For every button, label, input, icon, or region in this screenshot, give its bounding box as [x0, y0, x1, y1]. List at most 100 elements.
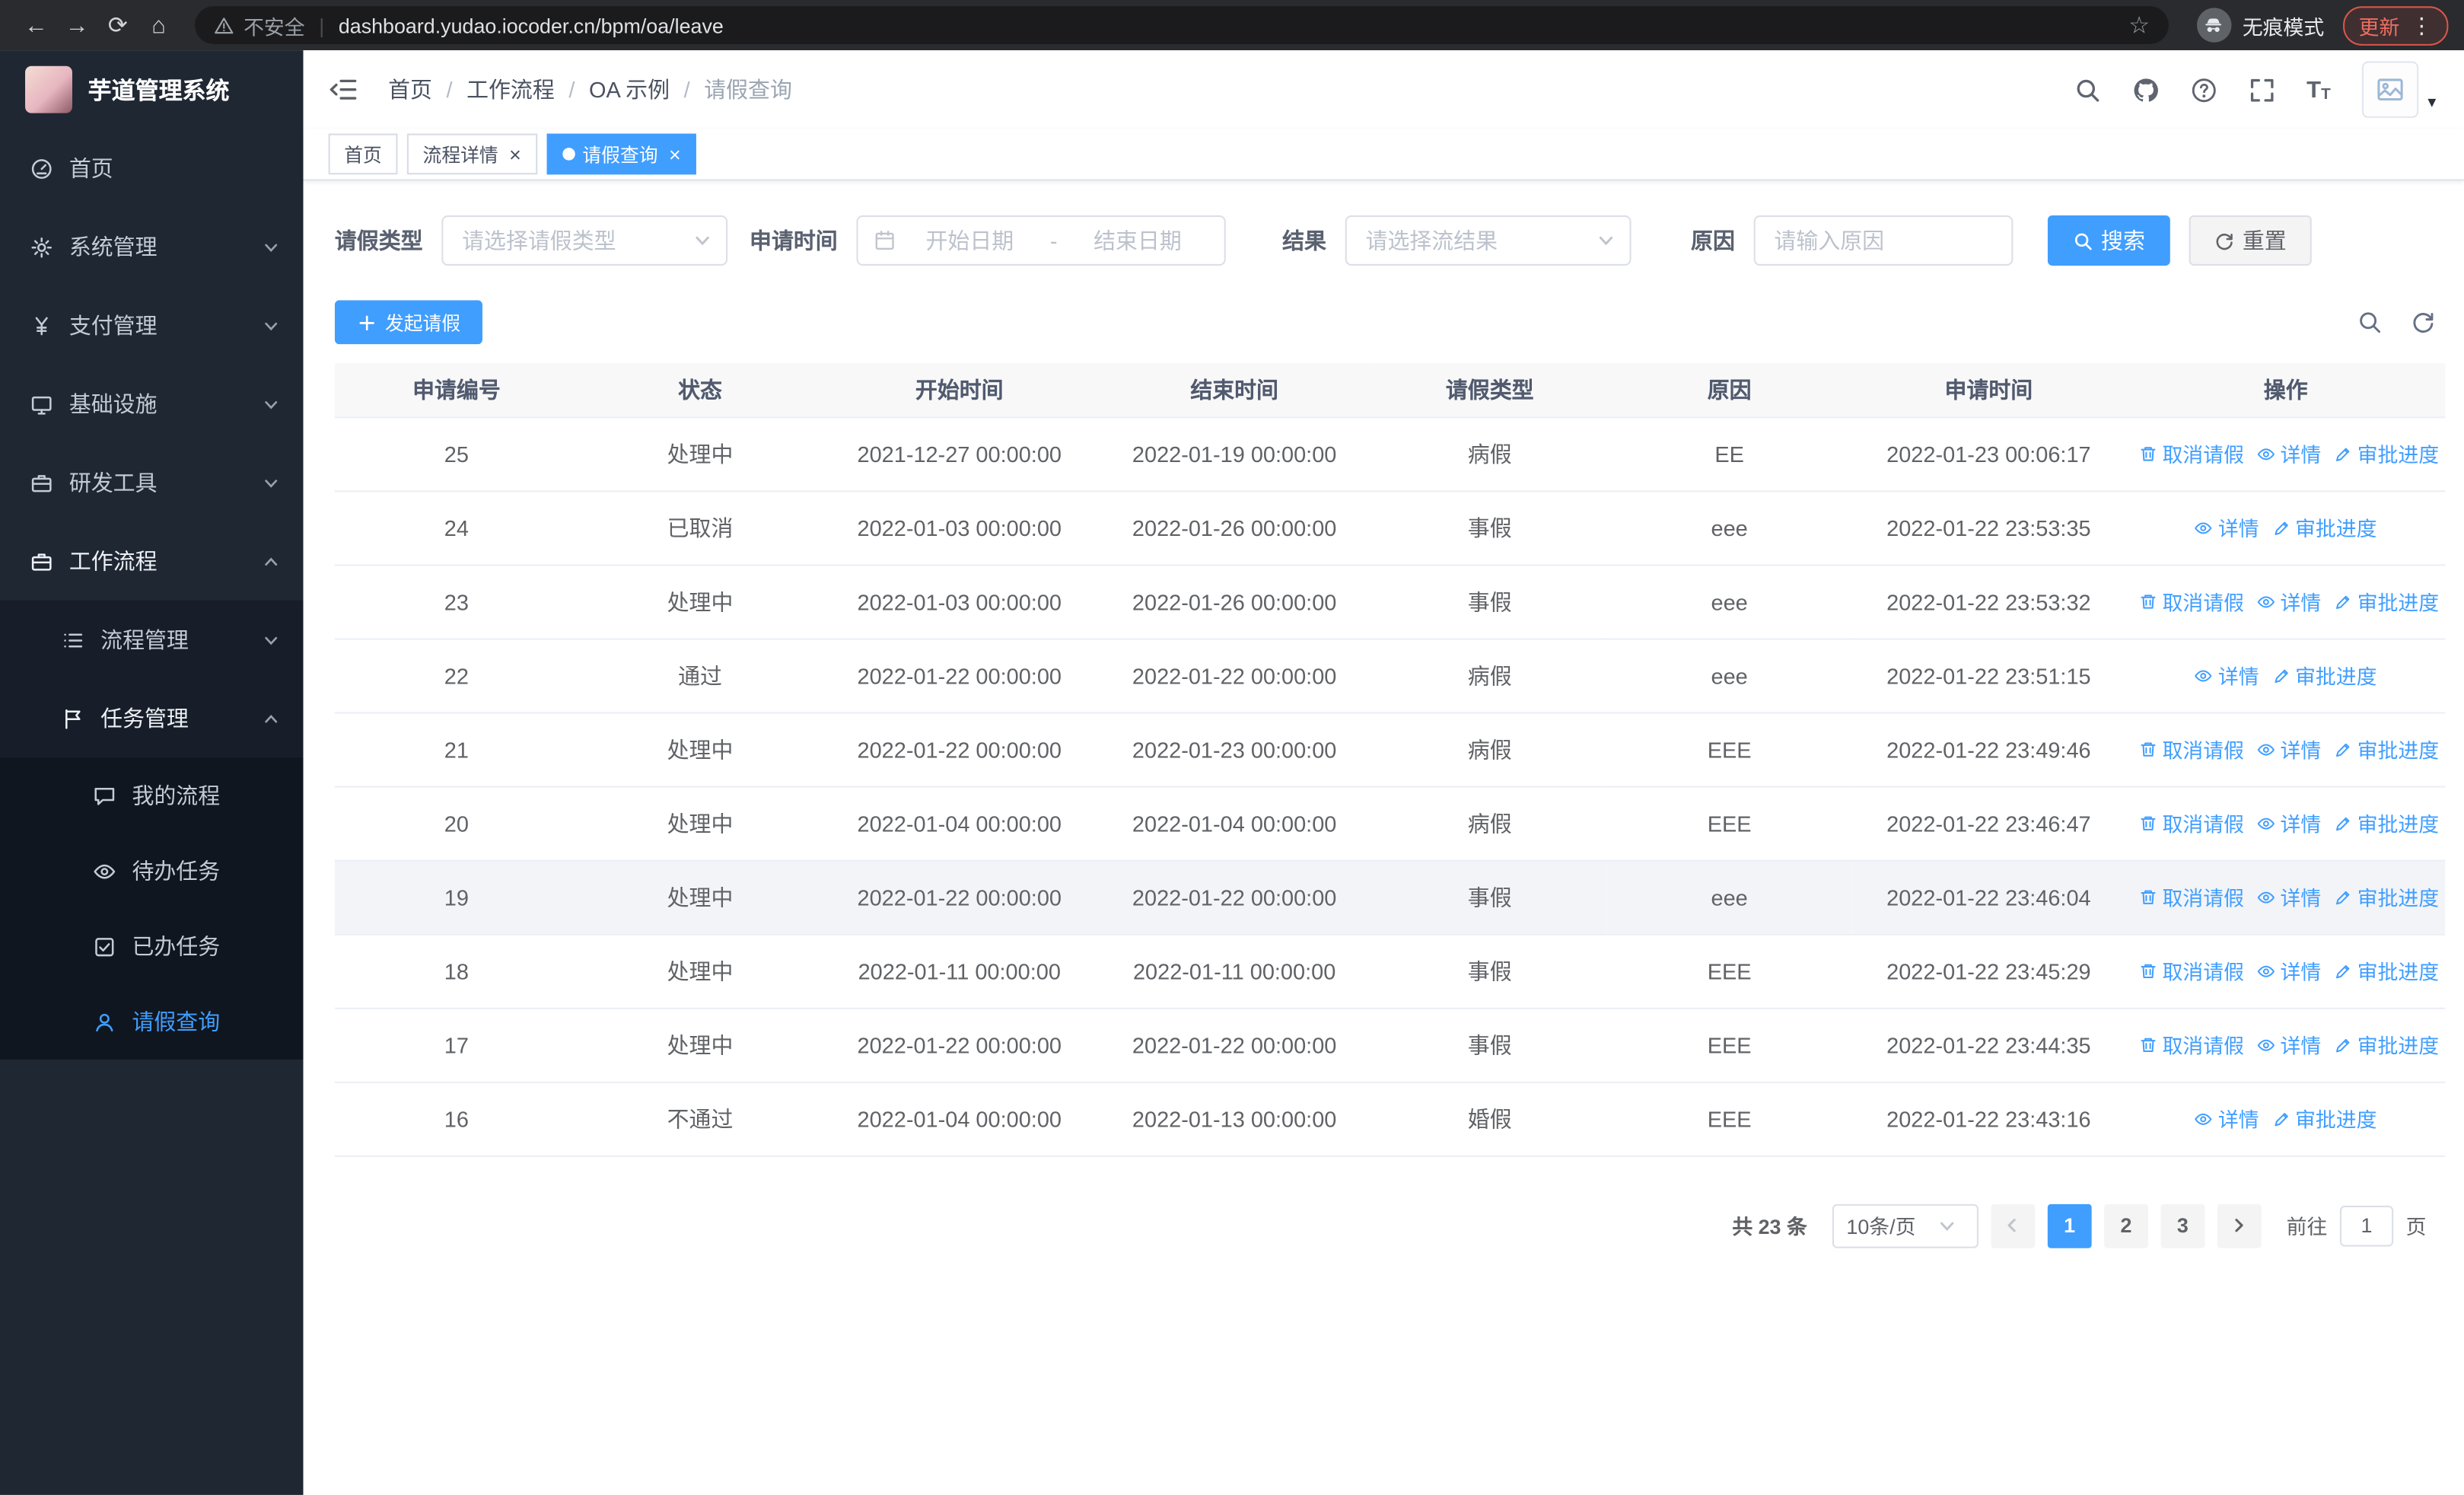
action-progress[interactable]: 审批进度	[2334, 586, 2439, 616]
action-label: 取消请假	[2162, 738, 2244, 763]
start-date-placeholder[interactable]: 开始日期	[899, 225, 1040, 256]
reason-input[interactable]	[1755, 228, 2012, 253]
action-detail[interactable]: 详情	[2257, 882, 2321, 912]
sidebar-item[interactable]: 流程管理	[0, 600, 304, 680]
prev-page-button[interactable]	[1991, 1203, 2036, 1248]
sidebar-item[interactable]: 基础设施	[0, 365, 304, 443]
fullscreen-icon[interactable]	[2249, 76, 2275, 103]
leave-type-select[interactable]	[441, 215, 728, 266]
close-icon[interactable]: ×	[669, 144, 681, 164]
action-detail[interactable]: 详情	[2257, 808, 2321, 837]
user-menu[interactable]: ▼	[2362, 61, 2439, 118]
breadcrumb-item[interactable]: 工作流程	[466, 74, 555, 105]
reason-field[interactable]	[1753, 215, 2014, 266]
tab[interactable]: 首页	[328, 133, 398, 175]
toggle-search-icon[interactable]	[2357, 310, 2383, 335]
sidebar-item[interactable]: 任务管理	[0, 679, 304, 758]
action-detail[interactable]: 详情	[2257, 1030, 2321, 1060]
help-icon[interactable]	[2190, 76, 2217, 103]
action-cancel[interactable]: 取消请假	[2139, 956, 2244, 986]
refresh-icon[interactable]	[2411, 310, 2436, 335]
search-icon[interactable]	[2074, 76, 2101, 103]
action-detail[interactable]: 详情	[2195, 1104, 2259, 1133]
tabbar: 首页 流程详情 × 请假查询 ×	[303, 129, 2464, 181]
page-size-select[interactable]: 10条/页	[1832, 1203, 1979, 1248]
home-button[interactable]: ⌂	[138, 5, 180, 46]
action-progress[interactable]: 审批进度	[2271, 512, 2376, 542]
end-date-placeholder[interactable]: 结束日期	[1067, 225, 1208, 256]
action-progress[interactable]: 审批进度	[2334, 1030, 2439, 1060]
page-button[interactable]: 1	[2047, 1203, 2092, 1248]
cell-status: 处理中	[578, 933, 823, 1009]
result-select[interactable]	[1345, 215, 1632, 266]
action-progress[interactable]: 审批进度	[2334, 808, 2439, 837]
bookmark-star-icon[interactable]: ☆	[2128, 11, 2150, 40]
page-button[interactable]: 3	[2160, 1203, 2205, 1248]
sidebar-item[interactable]: 首页	[0, 129, 304, 207]
action-cancel[interactable]: 取消请假	[2139, 1030, 2244, 1060]
url-text[interactable]: dashboard.yudao.iocoder.cn/bpm/oa/leave	[339, 14, 2119, 37]
app-logo[interactable]: 芋道管理系统	[0, 50, 304, 129]
breadcrumb-item[interactable]: 首页	[388, 74, 432, 105]
action-label: 详情	[2280, 443, 2322, 467]
menu-fold-icon[interactable]	[329, 74, 360, 105]
sidebar-item[interactable]: 我的流程	[0, 757, 304, 834]
action-detail[interactable]: 详情	[2257, 586, 2321, 616]
action-detail[interactable]: 详情	[2257, 734, 2321, 763]
create-leave-button[interactable]: 发起请假	[334, 300, 483, 345]
action-detail[interactable]: 详情	[2257, 438, 2322, 468]
github-icon[interactable]	[2132, 76, 2159, 103]
action-cancel[interactable]: 取消请假	[2139, 808, 2244, 837]
result-label: 结果	[1282, 228, 1326, 253]
action-progress[interactable]: 审批进度	[2334, 438, 2439, 468]
action-cancel[interactable]: 取消请假	[2139, 438, 2244, 468]
tab[interactable]: 流程详情 ×	[406, 133, 537, 175]
action-detail[interactable]: 详情	[2257, 956, 2321, 986]
action-progress[interactable]: 审批进度	[2334, 882, 2439, 912]
action-label: 取消请假	[2162, 1034, 2244, 1058]
action-cancel[interactable]: 取消请假	[2139, 734, 2244, 763]
reload-button[interactable]: ⟳	[97, 5, 138, 46]
address-bar[interactable]: 不安全 | dashboard.yudao.iocoder.cn/bpm/oa/…	[195, 6, 2169, 44]
action-detail[interactable]: 详情	[2195, 512, 2259, 542]
apply-time-range[interactable]: 开始日期 - 结束日期	[856, 215, 1226, 266]
sidebar-item[interactable]: 研发工具	[0, 443, 304, 521]
sidebar-item[interactable]: 待办任务	[0, 833, 304, 909]
action-progress[interactable]: 审批进度	[2334, 734, 2439, 763]
back-button[interactable]: ←	[16, 5, 57, 46]
result-input[interactable]	[1346, 228, 1590, 253]
sidebar-item[interactable]: 系统管理	[0, 208, 304, 286]
action-detail[interactable]: 详情	[2195, 660, 2259, 690]
search-button[interactable]: 搜索	[2047, 215, 2170, 266]
sidebar-item[interactable]: 已办任务	[0, 908, 304, 984]
progress-icon	[2334, 592, 2353, 611]
font-size-icon[interactable]: TT	[2306, 76, 2331, 103]
update-button[interactable]: 更新 ⋮	[2343, 5, 2449, 45]
avatar[interactable]	[2362, 61, 2419, 118]
browser-menu-icon[interactable]: ⋮	[2411, 14, 2433, 37]
forward-button[interactable]: →	[56, 5, 97, 46]
gear-icon	[28, 234, 53, 260]
tab[interactable]: 请假查询 ×	[546, 133, 697, 175]
sidebar-item[interactable]: 支付管理	[0, 286, 304, 365]
sidebar-item[interactable]: 工作流程	[0, 522, 304, 601]
pagination: 共 23 条 10条/页 123 前往 页	[335, 1203, 2427, 1248]
action-cancel[interactable]: 取消请假	[2139, 586, 2244, 616]
action-progress[interactable]: 审批进度	[2334, 956, 2439, 986]
breadcrumb-item[interactable]: OA 示例	[589, 74, 670, 105]
action-progress[interactable]: 审批进度	[2271, 1104, 2376, 1133]
action-progress[interactable]: 审批进度	[2271, 660, 2376, 690]
cell-applied: 2022-01-23 00:06:17	[1851, 416, 2127, 492]
cell-applied: 2022-01-22 23:53:35	[1851, 490, 2127, 566]
next-page-button[interactable]	[2217, 1203, 2262, 1248]
reset-button[interactable]: 重置	[2189, 215, 2312, 266]
leave-type-input[interactable]	[443, 228, 687, 253]
close-icon[interactable]: ×	[509, 144, 521, 164]
home-icon	[28, 155, 53, 180]
sidebar-item[interactable]: 请假查询	[0, 983, 304, 1060]
goto-page-input[interactable]	[2339, 1204, 2394, 1246]
security-label[interactable]: 不安全	[244, 10, 305, 40]
cell-id: 21	[334, 712, 578, 787]
action-cancel[interactable]: 取消请假	[2139, 882, 2244, 912]
page-button[interactable]: 2	[2104, 1203, 2148, 1248]
